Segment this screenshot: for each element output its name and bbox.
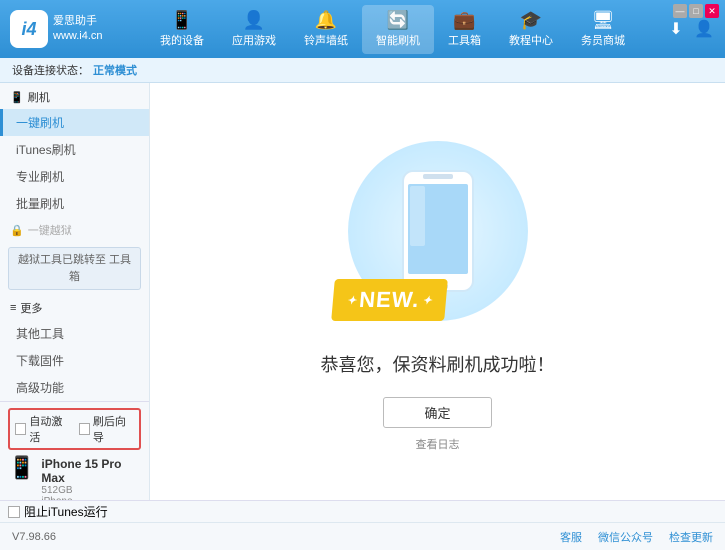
sidebar-item-other-tools[interactable]: 其他工具 [0,320,149,347]
user-icon[interactable]: 👤 [693,18,715,40]
ringtones-icon: 🔔 [315,11,337,29]
sidebar-section-flash: 📱 刷机 [0,83,149,109]
itunes-row: 阻止iTunes运行 [0,500,725,522]
footer-check-update-link[interactable]: 检查更新 [669,529,713,545]
new-badge: ✦ NEW. ✦ [331,279,447,321]
app-header: i4 爱思助手 www.i4.cn 📱 我的设备 👤 应用游戏 🔔 铃声墙纸 🔄 [0,0,725,58]
auto-activate-checkbox-label[interactable]: 自动激活 [15,413,71,445]
auto-activate-checkbox[interactable] [15,423,26,435]
app-logo-icon: i4 [10,10,48,48]
phone-svg [398,166,478,296]
footer-client-link[interactable]: 客服 [560,529,582,545]
sidebar: 📱 刷机 一键刷机 iTunes刷机 专业刷机 批量刷机 🔒 一键越狱 越狱工具… [0,83,150,500]
sidebar-item-pro-flash[interactable]: 专业刷机 [0,163,149,190]
smart-flash-icon: 🔄 [387,11,409,29]
main-layout: 📱 刷机 一键刷机 iTunes刷机 专业刷机 批量刷机 🔒 一键越狱 越狱工具… [0,83,725,500]
view-log-link[interactable]: 查看日志 [416,436,460,452]
nav-tab-service[interactable]: 🖥 务员商城 [567,5,639,54]
footer-right: 客服 微信公众号 检查更新 [560,529,713,545]
tutorial-icon: 🎓 [520,11,542,29]
auto-activate-label: 自动激活 [29,413,70,445]
status-bar: 设备连接状态： 正常模式 [0,58,725,83]
sidebar-disabled-jailbreak: 🔒 一键越狱 [0,217,149,243]
itunes-label: 阻止iTunes运行 [24,503,108,520]
lock-icon: 🔒 [10,224,24,237]
footer-left: V7.98.66 [12,531,56,543]
nav-tab-my-device-label: 我的设备 [160,32,204,48]
more-icon: ≡ [10,302,16,314]
success-illustration: ✦ NEW. ✦ ✦ ✧ [338,131,538,331]
guide-after-checkbox[interactable] [79,423,90,435]
sidebar-item-one-key-flash[interactable]: 一键刷机 [0,109,149,136]
nav-tab-service-label: 务员商城 [581,32,625,48]
nav-tab-tutorial[interactable]: 🎓 教程中心 [495,5,567,54]
nav-tab-apps-games[interactable]: 👤 应用游戏 [218,5,290,54]
footer: V7.98.66 客服 微信公众号 检查更新 [0,522,725,550]
status-value: 正常模式 [93,62,137,78]
device-storage: 512GB [41,485,141,496]
logo-text: 爱思助手 www.i4.cn [53,14,103,45]
device-row: 📱 iPhone 15 Pro Max 512GB iPhone [8,454,141,500]
itunes-checkbox[interactable] [8,506,20,518]
nav-tab-smart-flash[interactable]: 🔄 智能刷机 [362,5,434,54]
nav-tab-my-device[interactable]: 📱 我的设备 [146,5,218,54]
device-type: iPhone [41,496,141,500]
sparkle-right: ✧ [516,161,528,178]
status-prefix: 设备连接状态： [12,62,89,78]
main-content: ✦ NEW. ✦ ✦ ✧ 恭喜您，保资料刷机成功啦！ 确定 查看日志 [150,83,725,500]
guide-after-label: 刷后向导 [93,413,134,445]
nav-tab-apps-games-label: 应用游戏 [232,32,276,48]
close-button[interactable]: ✕ [705,4,719,18]
service-icon: 🖥 [592,11,615,29]
nav-tab-smart-flash-label: 智能刷机 [376,32,420,48]
sparkle-top-right: ✦ [486,136,498,153]
nav-tab-ringtones[interactable]: 🔔 铃声墙纸 [290,5,362,54]
toolbox-icon: 💼 [453,11,475,29]
nav-tab-toolbox[interactable]: 💼 工具箱 [434,5,495,54]
nav-tab-tutorial-label: 教程中心 [509,32,553,48]
device-name: iPhone 15 Pro Max [41,457,141,485]
minimize-button[interactable]: — [673,4,687,18]
device-info: iPhone 15 Pro Max 512GB iPhone [41,457,141,500]
logo-area: i4 爱思助手 www.i4.cn [10,10,120,48]
nav-tabs: 📱 我的设备 👤 应用游戏 🔔 铃声墙纸 🔄 智能刷机 💼 工具箱 🎓 [120,5,665,54]
download-icon[interactable]: ⬇ [665,18,687,40]
sidebar-bottom: 自动激活 刷后向导 📱 iPhone 15 Pro Max 512GB iPho… [0,401,149,500]
sidebar-more-section: ≡ 更多 [0,294,149,320]
apps-icon: 👤 [243,11,265,29]
sidebar-item-download-fw[interactable]: 下载固件 [0,347,149,374]
footer-version: V7.98.66 [12,531,56,543]
window-controls: — □ ✕ [673,4,719,18]
maximize-button[interactable]: □ [689,4,703,18]
footer-wechat-link[interactable]: 微信公众号 [598,529,653,545]
sidebar-item-advanced[interactable]: 高级功能 [0,374,149,401]
guide-after-checkbox-label[interactable]: 刷后向导 [79,413,135,445]
flash-section-label: 刷机 [28,89,50,105]
nav-tab-ringtones-label: 铃声墙纸 [304,32,348,48]
flash-section-icon: 📱 [10,91,24,104]
header-right: ⬇ 👤 [665,18,715,40]
info-box: 越狱工具已跳转至 工具箱 [8,247,141,290]
device-icon: 📱 [171,11,193,29]
success-message: 恭喜您，保资料刷机成功啦！ [321,351,555,377]
nav-tab-toolbox-label: 工具箱 [448,32,481,48]
auto-activate-row: 自动激活 刷后向导 [8,408,141,450]
confirm-button[interactable]: 确定 [383,397,491,428]
sidebar-item-batch-flash[interactable]: 批量刷机 [0,190,149,217]
sidebar-item-itunes-flash[interactable]: iTunes刷机 [0,136,149,163]
device-phone-icon: 📱 [8,457,35,479]
